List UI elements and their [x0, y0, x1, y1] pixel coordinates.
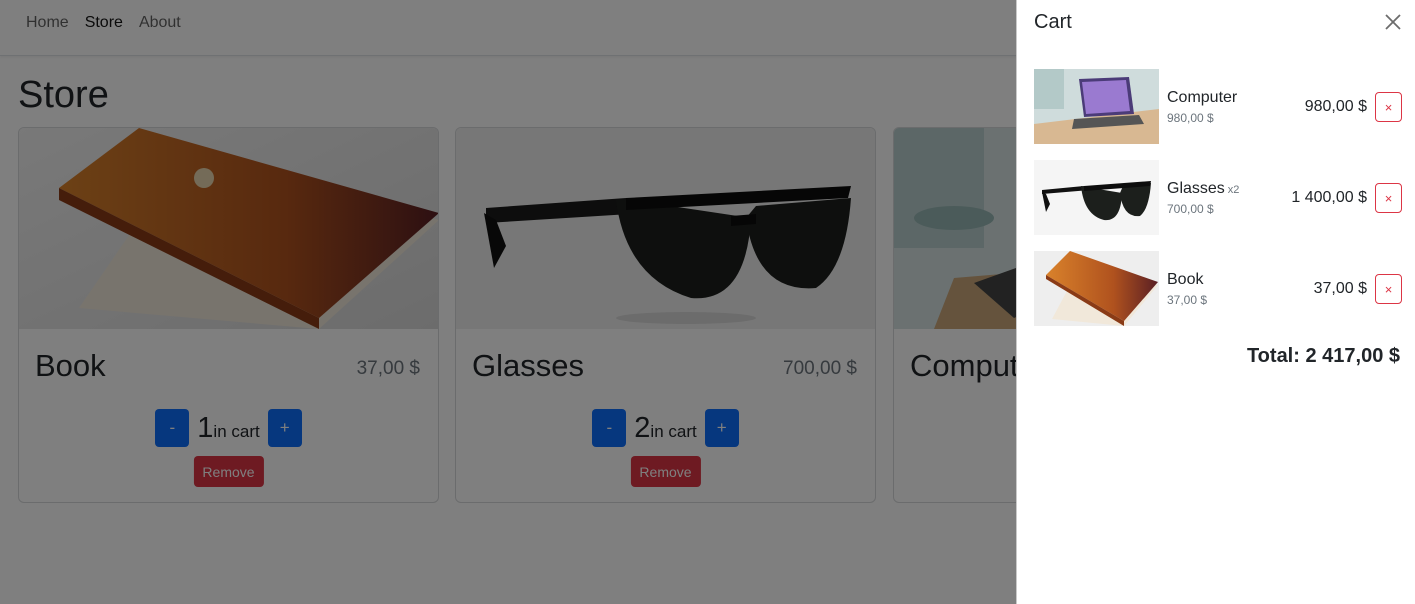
cart-item-remove-button[interactable]: × [1375, 92, 1402, 122]
cart-item-remove-button[interactable]: × [1375, 183, 1402, 213]
computer-thumbnail [1034, 69, 1159, 144]
cart-item-qty: x2 [1227, 184, 1240, 196]
close-icon[interactable] [1383, 12, 1403, 32]
glasses-thumbnail [1034, 160, 1159, 235]
cart-item-unit-price: 37,00 $ [1167, 293, 1208, 307]
cart-panel: Cart Computer 980,00 $ 980,00 $ × Glasse… [1016, 0, 1415, 604]
cart-title: Cart [1034, 11, 1072, 33]
cart-item: Computer 980,00 $ 980,00 $ × [1034, 69, 1402, 144]
cart-item-name: Glasses [1167, 180, 1225, 197]
cart-item: Glasses x2 700,00 $ 1 400,00 $ × [1034, 160, 1402, 235]
cart-item-total: 1 400,00 $ [1291, 189, 1367, 206]
cart-total: Total: 2 417,00 $ [1246, 345, 1400, 367]
cart-item-remove-button[interactable]: × [1375, 274, 1402, 304]
cart-item: Book 37,00 $ 37,00 $ × [1034, 251, 1402, 326]
cart-item-name: Book [1167, 271, 1204, 288]
cart-item-name: Computer [1167, 89, 1238, 106]
cart-item-total: 37,00 $ [1313, 280, 1367, 297]
cart-item-total: 980,00 $ [1304, 98, 1367, 115]
book-thumbnail [1034, 251, 1159, 326]
cart-item-unit-price: 700,00 $ [1167, 202, 1214, 216]
cart-item-unit-price: 980,00 $ [1167, 111, 1214, 125]
